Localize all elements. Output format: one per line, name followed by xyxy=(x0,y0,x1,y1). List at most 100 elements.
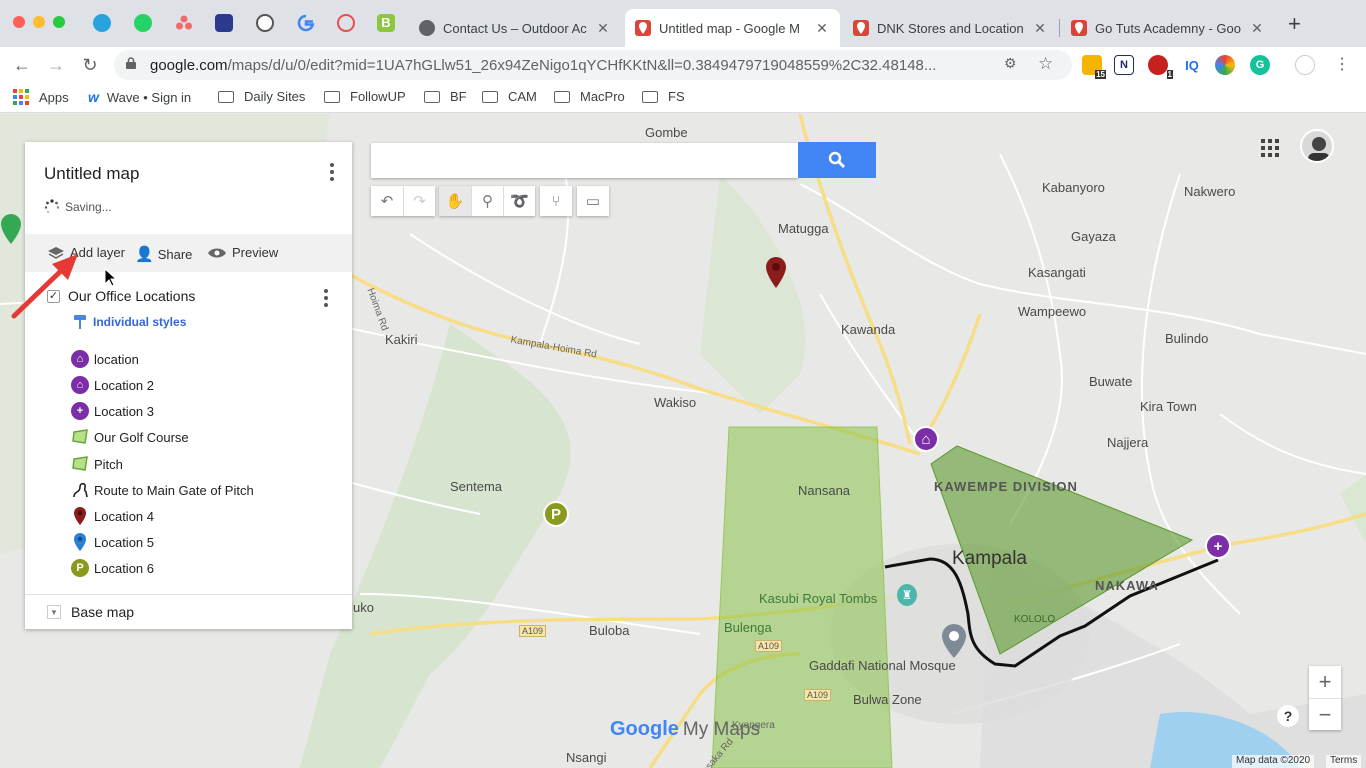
layer-item[interactable]: Pitch xyxy=(71,455,123,473)
location-6-p-marker[interactable]: P xyxy=(543,501,569,527)
map-title[interactable]: Untitled map xyxy=(44,164,139,184)
polygon-icon xyxy=(72,456,88,471)
cloud-icon[interactable] xyxy=(215,14,233,32)
share-button[interactable]: 👤 Share xyxy=(135,245,192,263)
airtable-icon[interactable] xyxy=(337,14,355,32)
forward-button[interactable]: → xyxy=(44,53,68,77)
pin-icon xyxy=(74,533,86,551)
division-label: KAWEMPE DIVISION xyxy=(934,479,1078,494)
star-icon[interactable]: ☆ xyxy=(1038,54,1053,74)
more-menu-icon[interactable]: ⋮ xyxy=(1330,53,1354,77)
tab-title: DNK Stores and Location xyxy=(877,20,1024,36)
bookmark-daily-sites[interactable]: Daily Sites xyxy=(218,89,305,104)
layer-item[interactable]: ⌂ Location 2 xyxy=(71,376,154,394)
place-label: Wampeewo xyxy=(1018,304,1087,319)
tab-untitled-map[interactable]: Untitled map - Google M ✕ xyxy=(625,9,840,47)
iq-ext-icon[interactable]: IQ xyxy=(1182,55,1202,75)
home-marker-icon: ⌂ xyxy=(71,350,89,368)
zoom-controls: + − xyxy=(1309,666,1341,730)
zoom-in-button[interactable]: + xyxy=(1309,666,1341,698)
bookmark-cam[interactable]: CAM xyxy=(482,89,537,104)
layer-item[interactable]: Location 4 xyxy=(71,507,154,525)
layer-item[interactable]: ⌂ location xyxy=(71,350,139,368)
zoom-out-button[interactable]: − xyxy=(1309,698,1341,730)
base-map-toggle[interactable]: ▼ Base map xyxy=(47,604,134,620)
draw-line-icon[interactable]: ➰ xyxy=(503,186,535,216)
hand-tool-icon[interactable]: ✋ xyxy=(439,186,471,216)
layer-item[interactable]: Route to Main Gate of Pitch xyxy=(71,481,254,499)
place-label: Kasangati xyxy=(1028,265,1086,280)
bookmark-bf[interactable]: BF xyxy=(424,89,467,104)
grammarly-ext-icon[interactable]: G xyxy=(1250,55,1270,75)
poi-label: Kasubi Royal Tombs xyxy=(759,591,878,606)
sticky-note-ext-icon[interactable]: 15 xyxy=(1082,55,1106,79)
wordpress-icon[interactable] xyxy=(256,14,274,32)
close-window-button[interactable] xyxy=(13,16,25,28)
layer-item[interactable]: P Location 6 xyxy=(71,559,154,577)
tomb-poi-icon[interactable]: ♜ xyxy=(897,584,917,606)
map-search-input[interactable] xyxy=(371,143,798,178)
close-icon[interactable]: ✕ xyxy=(1032,20,1048,37)
layer-options-kebab-icon[interactable] xyxy=(321,288,331,308)
directions-icon[interactable]: ⑂ xyxy=(540,186,572,216)
map-pin-edge-icon xyxy=(1,214,21,244)
whatsapp-icon[interactable] xyxy=(134,14,152,32)
tab-go-tuts[interactable]: Go Tuts Academny - Goo ✕ xyxy=(1061,9,1275,47)
google-my-maps-logo: Google My Maps xyxy=(610,718,760,740)
close-icon[interactable]: ✕ xyxy=(814,20,830,37)
maximize-window-button[interactable] xyxy=(53,16,65,28)
bookmark-macpro[interactable]: MacPro xyxy=(554,89,625,104)
reload-button[interactable]: ↻ xyxy=(78,53,102,77)
avatar[interactable] xyxy=(1300,129,1334,163)
location-home-marker[interactable]: ⌂ xyxy=(913,426,939,452)
n-ext-icon[interactable]: N xyxy=(1114,55,1134,75)
address-bar[interactable]: google.com/maps/d/u/0/edit?mid=1UA7hGLlw… xyxy=(114,50,1072,80)
layer-item[interactable]: Location 5 xyxy=(71,533,154,551)
undo-button[interactable]: ↶ xyxy=(371,186,403,216)
bookmark-followup[interactable]: FollowUP xyxy=(324,89,406,104)
layer-item[interactable]: Our Golf Course xyxy=(71,428,189,446)
bookmark-fs[interactable]: FS xyxy=(642,89,685,104)
location-3-plus-marker[interactable]: + xyxy=(1205,533,1231,559)
location-5-marker[interactable] xyxy=(941,624,967,658)
bookmark-apps[interactable]: Apps xyxy=(13,89,69,105)
color-wheel-ext-icon[interactable] xyxy=(1215,55,1235,75)
telegram-icon[interactable] xyxy=(93,14,111,32)
google-apps-icon[interactable] xyxy=(1261,139,1279,157)
maps-pin-icon xyxy=(635,20,651,36)
google-icon[interactable] xyxy=(297,14,315,32)
search-button[interactable] xyxy=(798,142,876,178)
home-marker-icon: ⌂ xyxy=(71,376,89,394)
tab-dnk-stores[interactable]: DNK Stores and Location ✕ xyxy=(843,9,1058,47)
preview-button[interactable]: Preview xyxy=(207,245,278,260)
extension-puzzle-icon[interactable]: ⚙ xyxy=(1004,55,1017,72)
profile-avatar[interactable] xyxy=(1295,55,1315,75)
add-marker-icon[interactable]: ⚲ xyxy=(471,186,503,216)
location-4-marker[interactable] xyxy=(765,257,787,289)
division-label: NAKAWA xyxy=(1095,578,1159,593)
place-label: Nansana xyxy=(798,483,851,498)
tab-contact-us[interactable]: Contact Us – Outdoor Ac ✕ xyxy=(409,9,621,47)
new-tab-button[interactable]: + xyxy=(1288,13,1301,35)
abp-ext-icon[interactable]: 1 xyxy=(1148,55,1173,79)
terms-link[interactable]: Terms xyxy=(1326,755,1362,768)
close-icon[interactable]: ✕ xyxy=(595,20,611,37)
close-icon[interactable]: ✕ xyxy=(1249,20,1265,37)
bookmark-wave[interactable]: w Wave • Sign in xyxy=(88,89,191,105)
map-options-kebab-icon[interactable] xyxy=(327,162,337,182)
minimize-window-button[interactable] xyxy=(33,16,45,28)
b-icon[interactable]: B xyxy=(377,14,395,32)
place-label: Wakiso xyxy=(654,395,697,410)
polygon-icon xyxy=(72,429,88,444)
route-icon xyxy=(73,482,88,498)
layer-item[interactable]: + Location 3 xyxy=(71,402,154,420)
individual-styles-link[interactable]: Individual styles xyxy=(73,314,186,330)
asana-icon[interactable] xyxy=(175,14,193,32)
help-button[interactable]: ? xyxy=(1277,705,1299,727)
measure-tool: ▭ xyxy=(577,186,609,216)
map-canvas[interactable]: Gombe Kabanyoro Nakwero Matugga Gayaza K… xyxy=(0,114,1366,768)
ruler-icon[interactable]: ▭ xyxy=(577,186,609,216)
back-button[interactable]: ← xyxy=(10,53,34,77)
redo-button[interactable]: ↷ xyxy=(403,186,435,216)
place-label: Bulindo xyxy=(1165,331,1209,346)
